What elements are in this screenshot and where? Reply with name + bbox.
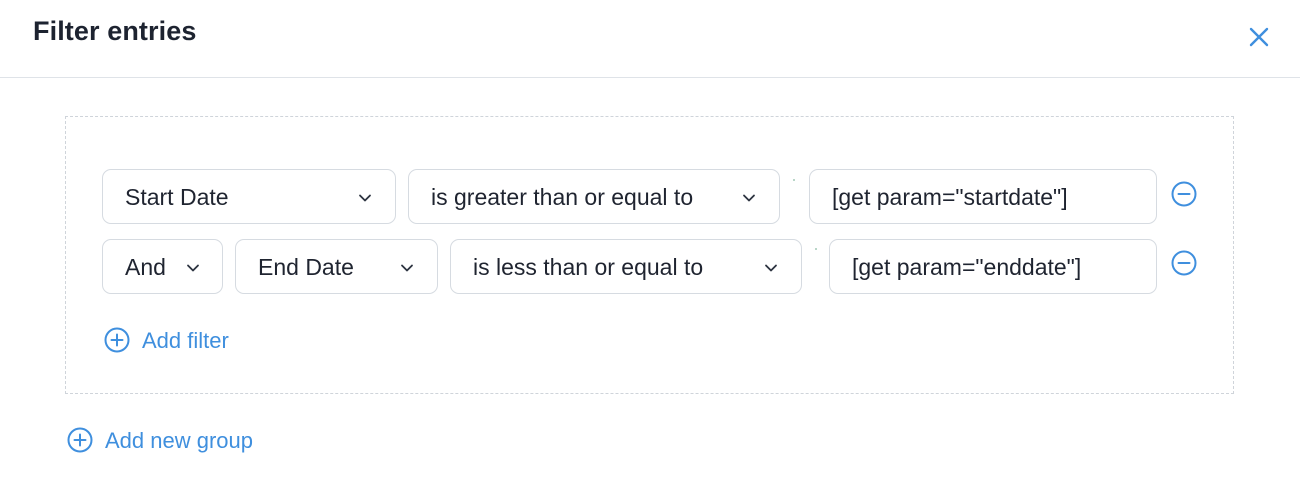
value-input-text: [get param="startdate"] [832, 184, 1068, 210]
close-button[interactable] [1244, 22, 1274, 52]
field-select-label: Start Date [125, 184, 229, 210]
value-input-start[interactable]: [get param="startdate"] [809, 169, 1157, 224]
value-input-end[interactable]: [get param="enddate"] [829, 239, 1157, 294]
add-filter-label: Add filter [142, 328, 229, 353]
chevron-down-icon [765, 264, 777, 272]
operator-select-end[interactable]: is less than or equal to [450, 239, 802, 294]
operator-select-label: is greater than or equal to [431, 184, 694, 210]
chevron-down-icon [401, 264, 413, 272]
add-filter-button[interactable]: Add filter [103, 326, 253, 356]
conjunction-select-label: And [125, 254, 166, 280]
value-input-text: [get param="enddate"] [852, 254, 1082, 280]
close-icon [1249, 27, 1269, 47]
minus-circle-icon [1171, 181, 1197, 207]
add-group-button[interactable]: Add new group [66, 426, 276, 456]
chevron-down-icon [743, 194, 755, 202]
field-select-start[interactable]: Start Date [102, 169, 396, 224]
field-select-label: End Date [258, 254, 354, 280]
chevron-down-icon [187, 264, 199, 272]
field-select-end[interactable]: End Date [235, 239, 438, 294]
remove-filter-button[interactable] [1170, 180, 1198, 208]
modal-header: Filter entries [0, 0, 1300, 78]
decorative-dot [793, 179, 795, 181]
operator-select-label: is less than or equal to [473, 254, 704, 280]
minus-circle-icon [1171, 250, 1197, 276]
add-group-label: Add new group [105, 428, 253, 453]
modal-title: Filter entries [33, 16, 197, 46]
remove-filter-button[interactable] [1170, 249, 1198, 277]
decorative-dot [815, 248, 817, 250]
plus-circle-icon [67, 427, 93, 453]
plus-circle-icon [104, 327, 130, 353]
conjunction-select[interactable]: And [102, 239, 223, 294]
operator-select-start[interactable]: is greater than or equal to [408, 169, 780, 224]
chevron-down-icon [359, 194, 371, 202]
